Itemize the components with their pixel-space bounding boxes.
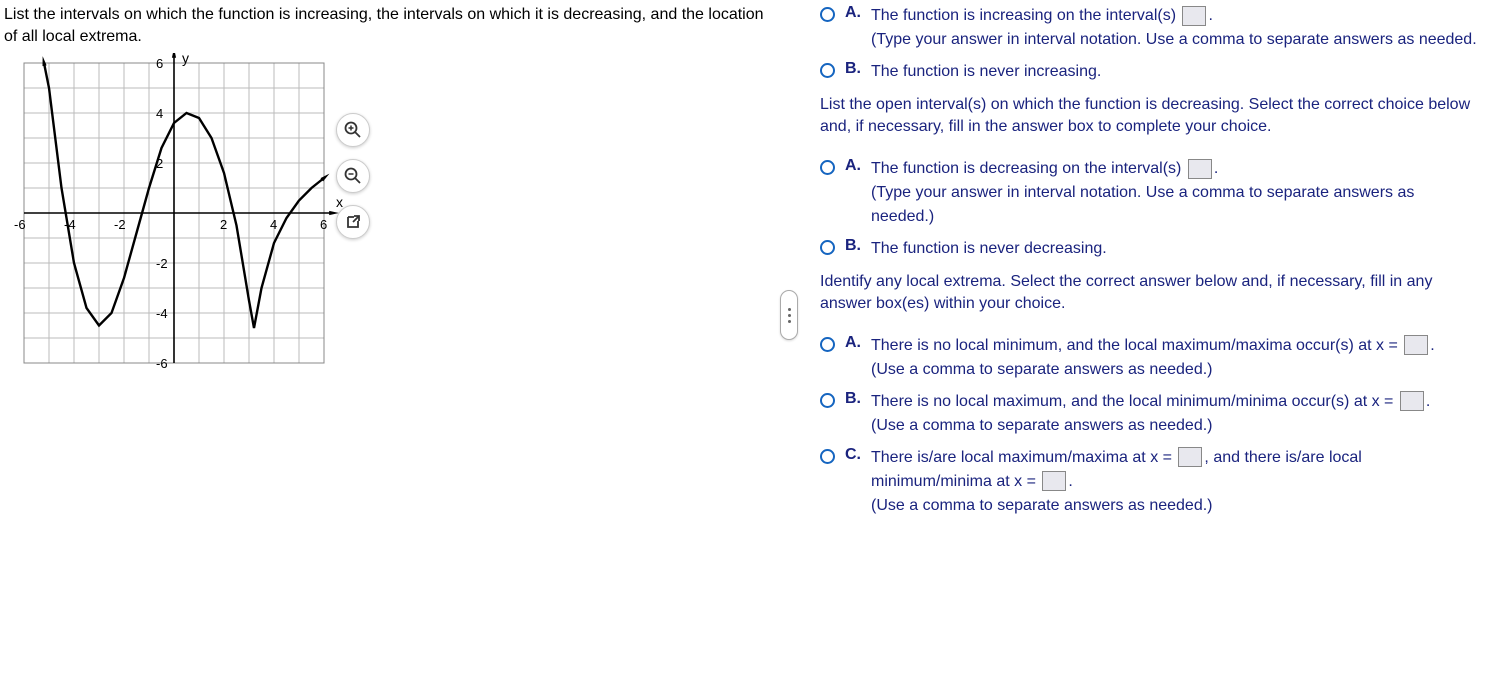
- radio-q2-b[interactable]: [820, 240, 835, 255]
- q3-choice-b: B. There is no local maximum, and the lo…: [820, 390, 1477, 438]
- q3-c-pre: There is/are local maximum/maxima at x =: [871, 449, 1176, 466]
- q3-c-hint: (Use a comma to separate answers as need…: [871, 497, 1213, 514]
- q3-b-pre: There is no local maximum, and the local…: [871, 393, 1398, 410]
- q3-b-hint: (Use a comma to separate answers as need…: [871, 417, 1213, 434]
- q2-choice-a: A. The function is decreasing on the int…: [820, 157, 1477, 229]
- svg-text:-4: -4: [156, 306, 168, 321]
- svg-text:6: 6: [156, 56, 163, 71]
- q1-a-pre: The function is increasing on the interv…: [871, 7, 1180, 24]
- q2-choices: A. The function is decreasing on the int…: [820, 157, 1477, 261]
- graph-toolbar: [336, 113, 370, 239]
- q1-a-input[interactable]: [1182, 6, 1206, 26]
- q3-c-input-1[interactable]: [1178, 447, 1202, 467]
- svg-text:-6: -6: [14, 217, 26, 232]
- svg-text:y: y: [182, 53, 189, 66]
- q3-b-input[interactable]: [1400, 391, 1424, 411]
- q2-a-body: The function is decreasing on the interv…: [871, 157, 1477, 229]
- svg-text:2: 2: [220, 217, 227, 232]
- q2-a-hint: (Type your answer in interval notation. …: [871, 184, 1414, 225]
- q2-choice-b: B. The function is never decreasing.: [820, 237, 1477, 261]
- q2-a-input[interactable]: [1188, 159, 1212, 179]
- radio-q3-b[interactable]: [820, 393, 835, 408]
- question-pane: List the intervals on which the function…: [0, 0, 780, 696]
- q3-a-hint: (Use a comma to separate answers as need…: [871, 361, 1213, 378]
- q3-choice-c: C. There is/are local maximum/maxima at …: [820, 446, 1477, 518]
- pane-divider-handle[interactable]: [780, 290, 798, 340]
- q3-a-input[interactable]: [1404, 335, 1428, 355]
- q1-choice-b: B. The function is never increasing.: [820, 60, 1477, 84]
- q1-a-post: .: [1208, 7, 1212, 24]
- graph-area: -6-4-2246-6-4-2246 x y: [4, 53, 768, 373]
- q1-b-text: The function is never increasing.: [871, 60, 1101, 84]
- q1-choice-a: A. The function is increasing on the int…: [820, 4, 1477, 52]
- label-q1-a: A.: [845, 4, 863, 22]
- svg-text:-2: -2: [156, 256, 168, 271]
- radio-q2-a[interactable]: [820, 160, 835, 175]
- open-new-icon[interactable]: [336, 205, 370, 239]
- q1-a-body: The function is increasing on the interv…: [871, 4, 1477, 52]
- svg-text:-2: -2: [114, 217, 126, 232]
- zoom-out-icon[interactable]: [336, 159, 370, 193]
- svg-text:-6: -6: [156, 356, 168, 371]
- prompt-text: List the intervals on which the function…: [4, 4, 768, 47]
- q3-c-post: .: [1068, 473, 1072, 490]
- q3-c-input-2[interactable]: [1042, 471, 1066, 491]
- svg-text:6: 6: [320, 217, 327, 232]
- label-q2-b: B.: [845, 237, 863, 255]
- svg-text:4: 4: [156, 106, 163, 121]
- function-graph: -6-4-2246-6-4-2246 x y: [4, 53, 344, 373]
- radio-q1-a[interactable]: [820, 7, 835, 22]
- q3-choice-a: A. There is no local minimum, and the lo…: [820, 334, 1477, 382]
- q3-b-post: .: [1426, 393, 1430, 410]
- label-q2-a: A.: [845, 157, 863, 175]
- q1-a-hint: (Type your answer in interval notation. …: [871, 31, 1477, 48]
- q3-a-pre: There is no local minimum, and the local…: [871, 337, 1402, 354]
- q3-intro: Identify any local extrema. Select the c…: [820, 271, 1477, 316]
- zoom-in-icon[interactable]: [336, 113, 370, 147]
- label-q1-b: B.: [845, 60, 863, 78]
- radio-q3-c[interactable]: [820, 449, 835, 464]
- q3-c-body: There is/are local maximum/maxima at x =…: [871, 446, 1477, 518]
- q2-intro: List the open interval(s) on which the f…: [820, 94, 1477, 139]
- q3-choices: A. There is no local minimum, and the lo…: [820, 334, 1477, 518]
- q3-a-body: There is no local minimum, and the local…: [871, 334, 1435, 382]
- label-q3-b: B.: [845, 390, 863, 408]
- q3-a-post: .: [1430, 337, 1434, 354]
- label-q3-c: C.: [845, 446, 863, 464]
- q3-b-body: There is no local maximum, and the local…: [871, 390, 1430, 438]
- answer-pane: A. The function is increasing on the int…: [780, 0, 1485, 696]
- q2-a-post: .: [1214, 160, 1218, 177]
- q1-choices: A. The function is increasing on the int…: [820, 4, 1477, 84]
- q2-a-pre: The function is decreasing on the interv…: [871, 160, 1186, 177]
- radio-q1-b[interactable]: [820, 63, 835, 78]
- q2-b-text: The function is never decreasing.: [871, 237, 1107, 261]
- svg-text:4: 4: [270, 217, 277, 232]
- radio-q3-a[interactable]: [820, 337, 835, 352]
- label-q3-a: A.: [845, 334, 863, 352]
